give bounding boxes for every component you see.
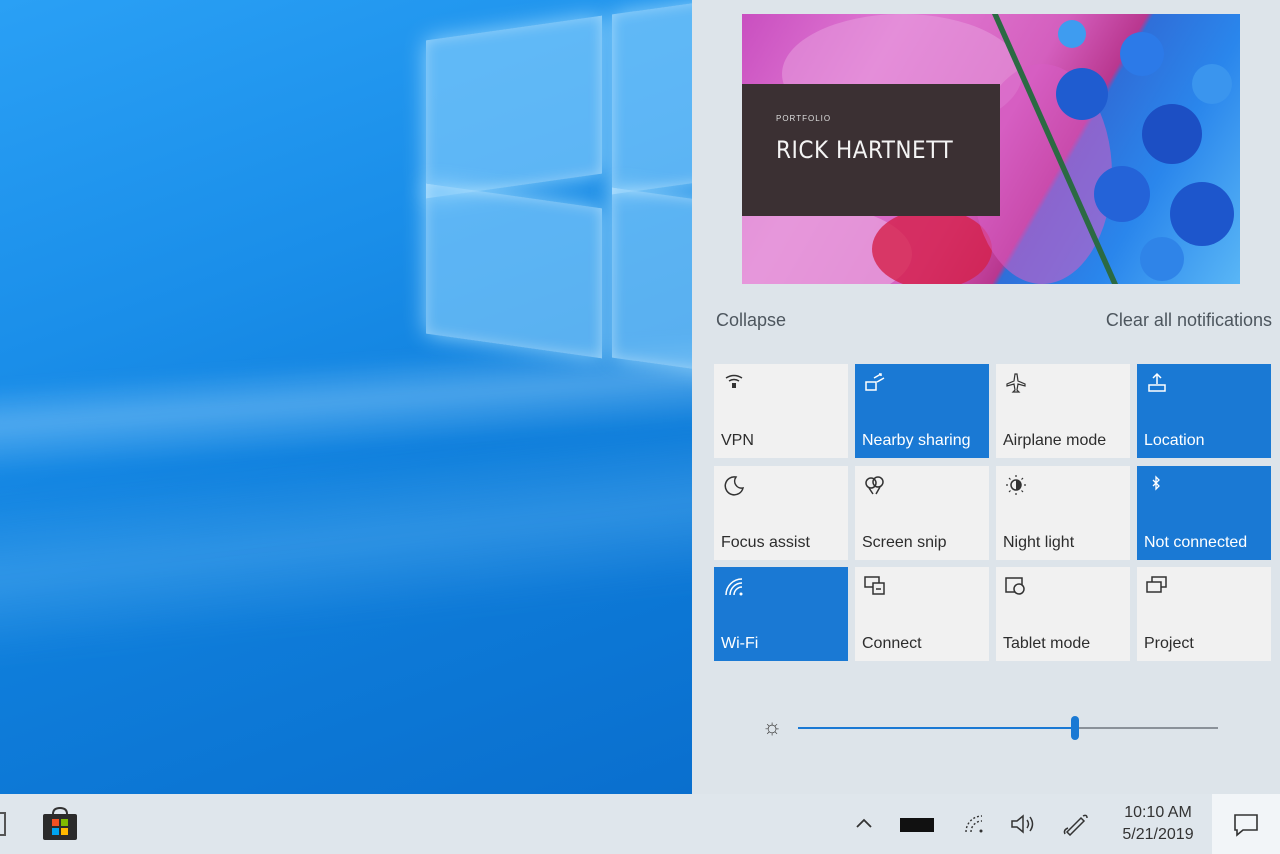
- location-icon: [1145, 372, 1171, 394]
- tile-airplane-mode[interactable]: Airplane mode: [996, 364, 1130, 458]
- tile-label: Night light: [1003, 534, 1075, 551]
- windows-logo-pane: [426, 15, 602, 199]
- tile-label: Tablet mode: [1003, 635, 1091, 652]
- tile-night-light[interactable]: Night light: [996, 466, 1130, 560]
- notification-subtitle: PORTFOLIO: [776, 114, 832, 123]
- sun-icon: ☼: [762, 714, 783, 739]
- pen-icon[interactable]: [1060, 812, 1092, 837]
- volume-icon[interactable]: [1008, 812, 1040, 836]
- wifi-icon: [722, 575, 748, 597]
- project-icon: [1145, 575, 1171, 597]
- collapse-link[interactable]: Collapse: [716, 310, 786, 331]
- action-center-icon: [1234, 814, 1258, 837]
- tile-label: Nearby sharing: [862, 432, 971, 449]
- tile-location[interactable]: Location: [1137, 364, 1271, 458]
- notification-name-plate: PORTFOLIO RICK HARTNETT: [742, 84, 1000, 216]
- brightness-slider-thumb[interactable]: [1071, 716, 1080, 740]
- brightness-slider-fill: [798, 727, 1076, 729]
- tile-label: Screen snip: [862, 534, 947, 551]
- microsoft-store-icon[interactable]: [40, 806, 80, 842]
- chevron-up-icon[interactable]: [850, 812, 878, 836]
- airplane-icon: [1004, 372, 1030, 394]
- battery-icon[interactable]: [900, 818, 934, 832]
- moon-icon: [722, 474, 748, 496]
- network-icon[interactable]: [960, 812, 988, 836]
- tile-nearby-sharing[interactable]: Nearby sharing: [855, 364, 989, 458]
- desktop-wallpaper: [0, 0, 692, 794]
- tile-vpn[interactable]: VPN: [714, 364, 848, 458]
- tile-label: Location: [1144, 432, 1205, 449]
- tile-label: Wi-Fi: [721, 635, 759, 652]
- clock-date: 5/21/2019: [1122, 826, 1194, 843]
- tile-tablet-mode[interactable]: Tablet mode: [996, 567, 1130, 661]
- tile-label: Not connected: [1144, 534, 1248, 551]
- tile-label: Focus assist: [721, 534, 810, 551]
- action-center-panel: PORTFOLIO RICK HARTNETT Collapse Clear a…: [692, 0, 1280, 794]
- windows-logo-pane: [612, 0, 692, 195]
- clear-all-notifications-link[interactable]: Clear all notifications: [1106, 310, 1272, 331]
- bluetooth-icon: [1145, 474, 1171, 496]
- taskbar-clock[interactable]: 10:10 AM 5/21/2019: [1108, 802, 1208, 846]
- night-light-icon: [1004, 474, 1030, 496]
- windows-logo-pane: [426, 183, 602, 359]
- tile-project[interactable]: Project: [1137, 567, 1271, 661]
- taskbar-partial-icon[interactable]: [0, 812, 6, 836]
- taskbar: 10:10 AM 5/21/2019: [0, 794, 1280, 854]
- windows-logo-pane: [612, 187, 692, 375]
- tile-focus-assist[interactable]: Focus assist: [714, 466, 848, 560]
- tile-label: Connect: [862, 635, 922, 652]
- notification-title: RICK HARTNETT: [776, 136, 954, 164]
- connect-icon: [863, 575, 889, 597]
- tile-label: Project: [1144, 635, 1194, 652]
- notification-card[interactable]: PORTFOLIO RICK HARTNETT: [742, 14, 1240, 284]
- screen-snip-icon: [863, 474, 889, 496]
- brightness-slider[interactable]: [798, 716, 1218, 740]
- tile-label: VPN: [721, 432, 754, 449]
- tile-bluetooth[interactable]: Not connected: [1137, 466, 1271, 560]
- nearby-sharing-icon: [863, 372, 889, 394]
- tile-label: Airplane mode: [1003, 432, 1107, 449]
- tile-wifi[interactable]: Wi-Fi: [714, 567, 848, 661]
- tile-screen-snip[interactable]: Screen snip: [855, 466, 989, 560]
- tile-connect[interactable]: Connect: [855, 567, 989, 661]
- tablet-mode-icon: [1004, 575, 1030, 597]
- clock-time: 10:10 AM: [1124, 804, 1192, 821]
- vpn-icon: [722, 372, 748, 394]
- action-center-button[interactable]: [1212, 794, 1280, 854]
